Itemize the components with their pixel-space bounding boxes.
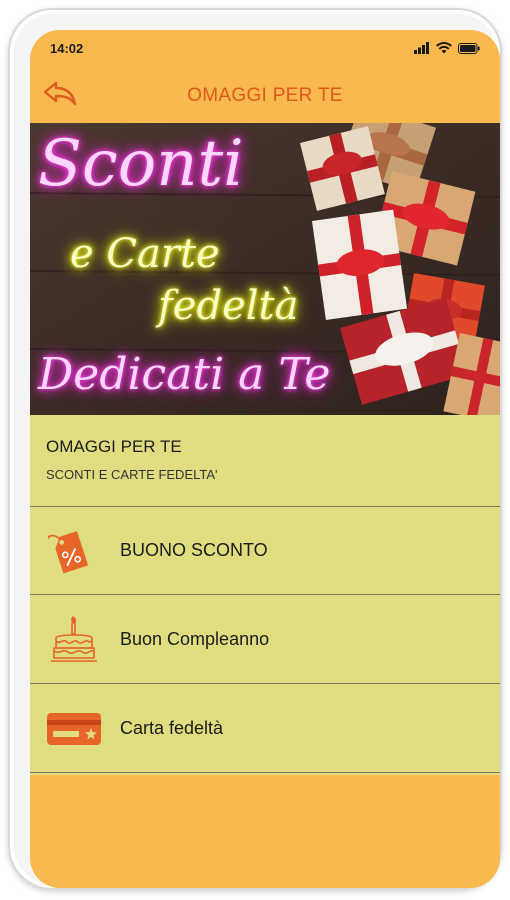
discount-tag-icon bbox=[48, 531, 89, 574]
signal-icon bbox=[414, 42, 429, 54]
section-header: OMAGGI PER TE SCONTI E CARTE FEDELTA' bbox=[30, 415, 500, 507]
screen: 14:02 OMAGGI PER TE Sconti e Carte fedel… bbox=[30, 30, 500, 888]
battery-icon bbox=[458, 42, 480, 54]
section-subtitle: SCONTI E CARTE FEDELTA' bbox=[46, 467, 218, 482]
promo-banner: Sconti e Carte fedeltà Dedicati a Te bbox=[30, 123, 500, 415]
list-item-label: Buon Compleanno bbox=[120, 629, 270, 649]
status-icons bbox=[414, 42, 480, 54]
loyalty-card-icon bbox=[47, 713, 101, 745]
list-item-label: Carta fedeltà bbox=[120, 718, 224, 738]
phone-frame: 14:02 OMAGGI PER TE Sconti e Carte fedel… bbox=[8, 8, 502, 890]
status-bar: 14:02 bbox=[30, 30, 500, 66]
banner-line-dedicati: Dedicati a Te bbox=[38, 349, 331, 400]
list-item-carta-fedelta[interactable]: Carta fedeltà bbox=[30, 685, 500, 773]
banner-line-sconti: Sconti bbox=[38, 127, 244, 201]
wifi-icon bbox=[436, 42, 452, 54]
section-title: OMAGGI PER TE bbox=[46, 437, 182, 456]
menu-list: OMAGGI PER TE SCONTI E CARTE FEDELTA' BU… bbox=[30, 415, 500, 775]
list-item-label: BUONO SCONTO bbox=[120, 540, 268, 560]
list-item-buon-compleanno[interactable]: Buon Compleanno bbox=[30, 596, 500, 684]
birthday-cake-icon bbox=[51, 616, 97, 662]
page-title: OMAGGI PER TE bbox=[187, 85, 343, 106]
status-time: 14:02 bbox=[50, 41, 84, 56]
banner-line-fedelta: fedeltà bbox=[158, 283, 299, 329]
list-item-buono-sconto[interactable]: BUONO SCONTO bbox=[30, 507, 500, 595]
app-bar: OMAGGI PER TE bbox=[30, 66, 500, 123]
banner-line-carte: e Carte bbox=[70, 231, 220, 277]
